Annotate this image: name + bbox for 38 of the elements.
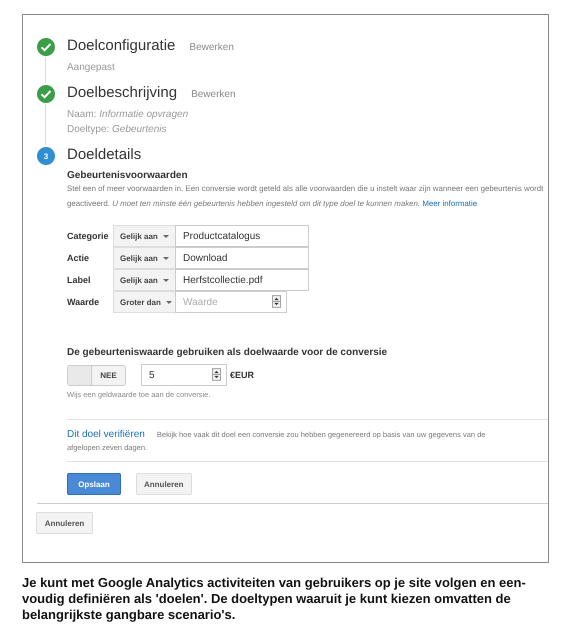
condition-label: Categorie [67,231,110,241]
condition-label: Label [67,275,92,285]
check-circle-icon [37,85,55,103]
currency-label: €EUR [230,370,254,380]
step-title: Doelconfiguratie [67,37,176,54]
step-detail: Doeltype: Gebeurtenis [67,123,168,136]
verify-link[interactable]: Dit doel verifiëren [67,429,145,440]
section-heading: Gebeurtenisvoorwaarden [67,170,189,181]
caption: Je kunt met Google Analytics activiteiten van gebruikers op je site volgen en een-voudig definiëren als 'doelen'. De doeltypen waaruit je kunt kiezen omvatten de belangrijkste gangbare scenario's. [22,575,527,623]
caret-icon [162,234,169,238]
caret-icon [166,300,172,304]
cancel-button[interactable]: Annuleren [36,512,93,534]
operator-dropdown[interactable]: Gelijk aan [113,225,176,247]
cancel-button[interactable]: Annuleren [136,473,192,495]
step-detail: Naam: Informatie opvragen [67,108,190,121]
amount-field[interactable]: 5 [141,364,227,386]
caret-icon [162,256,169,260]
operator-dropdown[interactable]: Gelijk aan [113,247,176,269]
spinner-icon[interactable] [272,295,281,308]
step-detail: Aangepast [67,61,116,74]
section-heading: De gebeurteniswaarde gebruiken als doelwaarde voor de conversie [67,347,388,358]
check-circle-icon [37,38,55,56]
value-field[interactable]: Herfstcollectie.pdf [175,269,309,291]
toggle-switch[interactable]: NEE [67,364,126,386]
value-field[interactable]: Productcatalogus [175,225,309,247]
condition-label: Actie [67,253,90,263]
save-button[interactable]: Opslaan [67,473,121,495]
operator-dropdown[interactable]: Gelijk aan [113,269,176,291]
step-title: Doeldetails [67,146,142,163]
edit-link[interactable]: Bewerken [191,89,236,100]
step-number: 3 [37,147,55,165]
value-field[interactable]: Waarde [175,291,287,313]
value-field[interactable]: Download [175,247,309,269]
spinner-icon[interactable] [212,368,221,381]
caret-icon [162,278,169,282]
condition-label: Waarde [67,297,100,307]
step-title: Doelbeschrijving [67,84,178,101]
edit-link[interactable]: Bewerken [189,42,234,53]
